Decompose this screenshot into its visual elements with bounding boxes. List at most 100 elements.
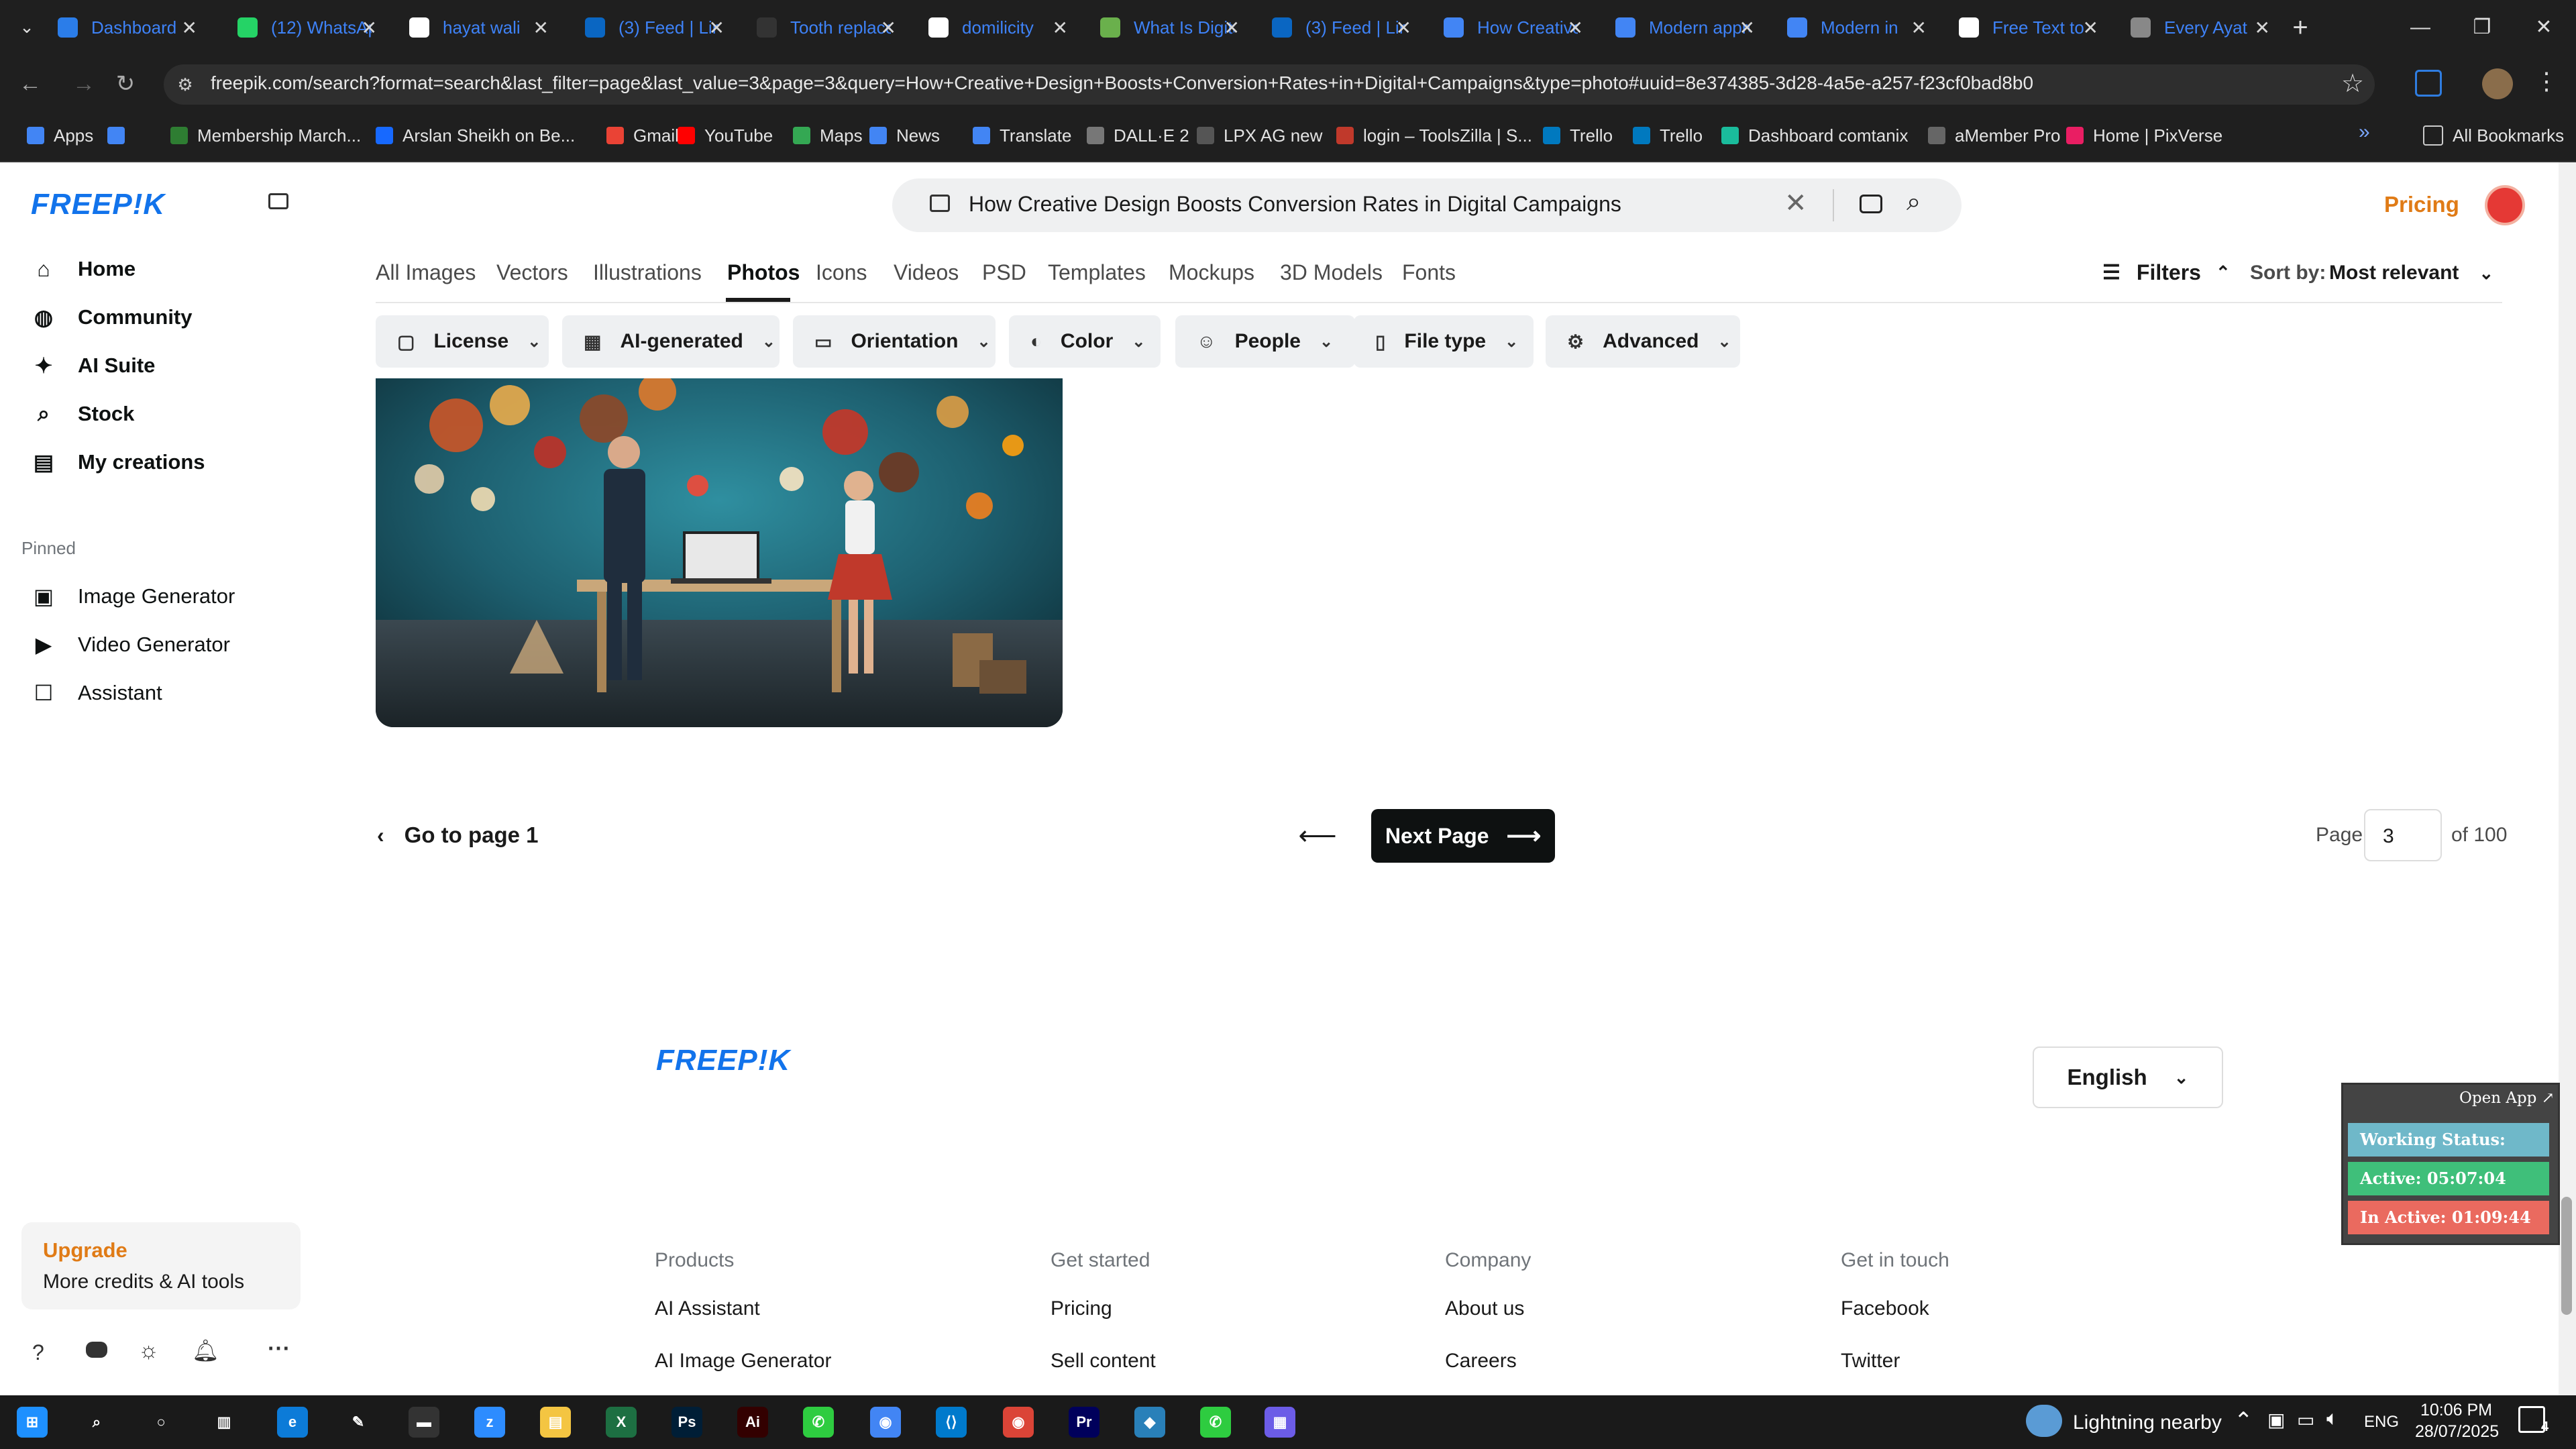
chrome-active-icon[interactable]: ◉ [998,1402,1038,1442]
network-icon[interactable]: ▭ [2297,1409,2314,1431]
search-input[interactable]: How Creative Design Boosts Conversion Ra… [969,192,1621,217]
camera-search-icon[interactable] [1860,195,1882,213]
close-tab-icon[interactable]: ✕ [533,17,549,39]
footer-link[interactable]: Careers [1445,1350,1517,1373]
close-tab-icon[interactable]: ✕ [1224,17,1240,39]
tab-icons[interactable]: Icons [816,260,867,285]
phone2-icon[interactable]: ✆ [1195,1402,1236,1442]
app-icon[interactable]: ◆ [1130,1402,1170,1442]
filter-chip-advanced[interactable]: ⚙ Advanced ⌄ [1546,315,1740,368]
close-tab-icon[interactable]: ✕ [2083,17,2098,39]
vscode-icon[interactable]: ⟨⟩ [931,1402,971,1442]
close-tab-icon[interactable]: ✕ [881,17,896,39]
theme-icon[interactable]: ☼ [138,1338,159,1364]
tray-chevron-icon[interactable]: ⌃ [2234,1407,2253,1434]
sidebar-item-community[interactable]: ◍ Community [32,301,192,334]
tab-all-images[interactable]: All Images [376,260,476,285]
sidebar-toggle-icon[interactable] [268,193,288,209]
back-button[interactable]: ← [13,67,47,101]
bookmark-item[interactable]: News [869,121,940,150]
bookmark-item[interactable]: Gmail [606,121,679,150]
language-indicator[interactable]: ENG [2364,1413,2399,1432]
premiere-icon[interactable]: Pr [1064,1402,1104,1442]
tab-mockups[interactable]: Mockups [1169,260,1254,285]
bookmarks-overflow-icon[interactable]: » [2359,121,2370,144]
calculator-icon[interactable]: ▦ [1260,1402,1300,1442]
clock-time[interactable]: 10:06 PM [2420,1401,2492,1420]
tray-meet-icon[interactable]: ▣ [2267,1409,2285,1431]
browser-tab[interactable]: (3) Feed | LinkedIn✕ [1256,5,1424,50]
close-window-button[interactable]: ✕ [2513,0,2575,55]
pricing-link[interactable]: Pricing [2384,192,2459,217]
task-view-icon[interactable]: ▥ [204,1402,244,1442]
footer-link[interactable]: AI Image Generator [655,1350,831,1373]
filter-chip-license[interactable]: ▢ License ⌄ [376,315,549,368]
browser-tab[interactable]: Free Text to ✕ [1943,5,2110,50]
close-tab-icon[interactable]: ✕ [1739,17,1755,39]
browser-tab[interactable]: Every Ayat ✕ [2114,5,2282,50]
tab-videos[interactable]: Videos [894,260,959,285]
forward-button[interactable]: → [67,67,101,101]
close-tab-icon[interactable]: ✕ [182,17,197,39]
files-icon[interactable]: ▤ [535,1402,576,1442]
volume-icon[interactable]: 🔈︎ [2326,1407,2339,1430]
filter-chip-orientation[interactable]: ▭ Orientation ⌄ [793,315,996,368]
bookmark-item[interactable]: YouTube [678,121,773,150]
tab-psd[interactable]: PSD [982,260,1026,285]
reload-button[interactable]: ↻ [109,67,142,101]
bookmark-item[interactable]: Arslan Sheikh on Be... [376,121,575,150]
sidebar-pinned-video-generator[interactable]: ▶ Video Generator [32,628,230,661]
bookmark-item[interactable]: aMember Pro [1928,121,2061,150]
bookmark-item[interactable]: Translate [973,121,1071,150]
photoshop-icon[interactable]: Ps [667,1402,707,1442]
discord-icon[interactable] [86,1342,107,1358]
sidebar-pinned-image-generator[interactable]: ▣ Image Generator [32,580,235,613]
phone-icon[interactable]: ✆ [798,1402,839,1442]
close-tab-icon[interactable]: ✕ [2255,17,2270,39]
pen-icon[interactable]: ✎ [338,1402,378,1442]
weather-text[interactable]: Lightning nearby [2073,1411,2222,1434]
footer-link[interactable]: Sell content [1051,1350,1156,1373]
bookmark-item[interactable]: DALL·E 2 [1087,121,1189,150]
sidebar-pinned-assistant[interactable]: ☐ Assistant [32,676,162,710]
bookmark-item[interactable] [107,121,134,150]
browser-tab[interactable]: hayat wali ✕ [393,5,561,50]
result-photo[interactable] [376,378,1063,727]
filter-chip-people[interactable]: ☺ People ⌄ [1175,315,1355,368]
tab-photos[interactable]: Photos [727,260,800,285]
bookmark-item[interactable]: Apps [27,121,93,150]
browser-tab[interactable]: Dashboard ✕ [42,5,209,50]
browser-tab[interactable]: How Creative ✕ [1428,5,1595,50]
sidebar-item-stock[interactable]: ⌕ Stock [32,397,134,431]
browser-tab[interactable]: domilicity ✕ [912,5,1080,50]
bookmark-item[interactable]: login – ToolsZilla | S... [1336,121,1532,150]
browser-tab[interactable]: What Is Digital✕ [1084,5,1252,50]
browser-tab[interactable]: Modern in ✕ [1771,5,1939,50]
profile-avatar[interactable] [2482,68,2513,99]
page-number-input[interactable]: 3 [2364,809,2442,861]
tab-search-dropdown[interactable]: ⌄ [13,12,40,42]
chrome-icon[interactable]: ◉ [865,1402,906,1442]
close-tab-icon[interactable]: ✕ [1911,17,1927,39]
bookmark-item[interactable]: Trello [1543,121,1613,150]
freepik-logo[interactable]: FREEP!K [31,188,165,221]
new-tab-button[interactable]: + [2284,9,2317,46]
tab-3d-models[interactable]: 3D Models [1280,260,1383,285]
open-app-link[interactable]: Open App ↗ [2459,1089,2555,1107]
site-info-icon[interactable]: ⚙ [173,72,197,97]
filter-chip-ai-generated[interactable]: ▦ AI-generated ⌄ [562,315,780,368]
clear-search-icon[interactable]: ✕ [1784,188,1807,219]
footer-link[interactable]: Facebook [1841,1297,1929,1320]
tab-illustrations[interactable]: Illustrations [593,260,702,285]
bookmark-star-icon[interactable]: ☆ [2341,68,2364,99]
start-icon[interactable]: ⊞ [12,1402,52,1442]
footer-link[interactable]: About us [1445,1297,1524,1320]
user-avatar[interactable] [2485,185,2525,225]
footer-link[interactable]: Pricing [1051,1297,1112,1320]
sidebar-item-my-creations[interactable]: ▤ My creations [32,445,205,479]
weather-icon[interactable] [2026,1405,2062,1437]
scrollbar-thumb[interactable] [2561,1197,2572,1315]
browser-tab[interactable]: (12) WhatsApp✕ [221,5,389,50]
filters-button[interactable]: ☰ Filters ⌃ [2102,260,2231,285]
browser-tab[interactable]: (3) Feed | LinkedIn✕ [569,5,737,50]
